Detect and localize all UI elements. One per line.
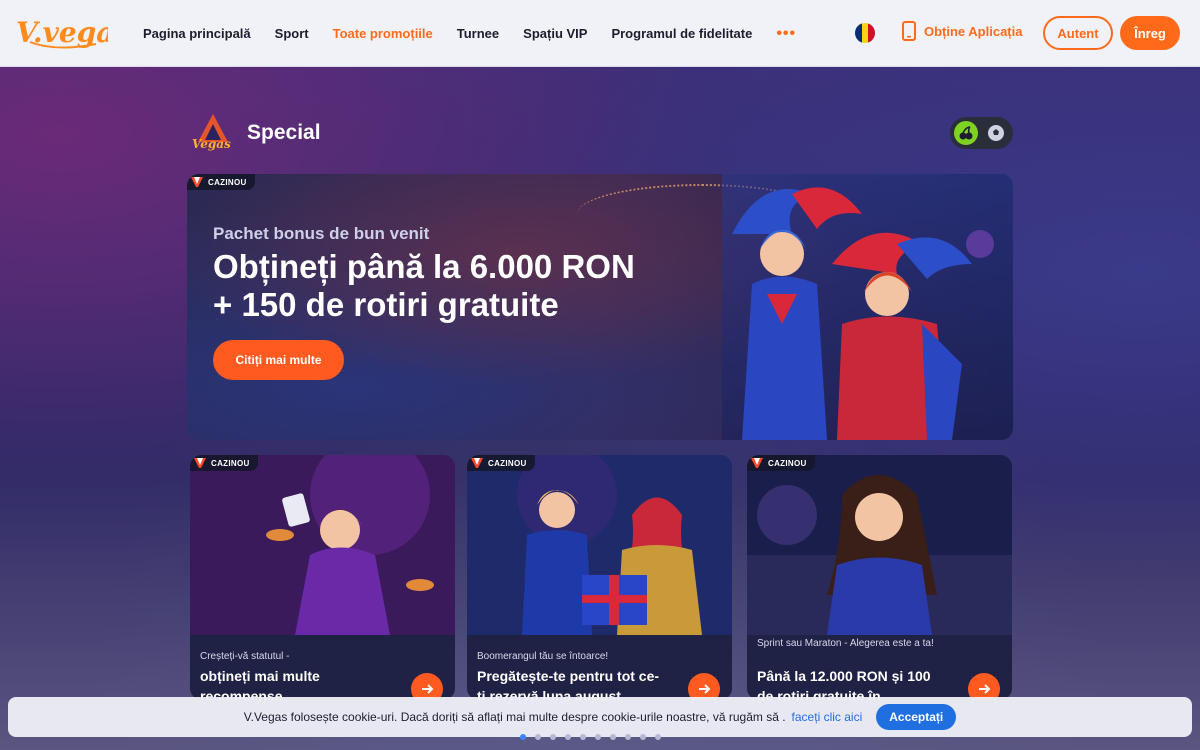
carousel-dot[interactable]: [610, 734, 616, 740]
carousel-pager: [520, 734, 661, 740]
promo-card[interactable]: CAZINOU Sprint sau Maraton - Alegerea es…: [747, 455, 1012, 700]
nav-all-promotions[interactable]: Toate promoțiile: [333, 26, 433, 41]
v-brand-icon: [191, 177, 203, 187]
top-header: V.vegas Pagina principală Sport Toate pr…: [0, 0, 1200, 67]
category-tag: CAZINOU: [187, 174, 255, 190]
card-image-gift-ladies: [467, 455, 732, 635]
v-brand-icon: [751, 458, 763, 468]
carousel-dot[interactable]: [625, 734, 631, 740]
card-title: Până la 12.000 RON și 100 de rotiri grat…: [757, 668, 931, 700]
welcome-bonus-banner[interactable]: CAZINOU Pachet bonus de bun venit Obține…: [187, 174, 1013, 440]
nav-home[interactable]: Pagina principală: [143, 26, 251, 41]
carousel-dot[interactable]: [535, 734, 541, 740]
arrow-right-icon[interactable]: [411, 673, 443, 700]
cookie-text: V.Vegas folosește cookie-uri. Dacă doriț…: [243, 710, 786, 724]
hero-title: Obțineți până la 6.000 RON + 150 de roti…: [213, 248, 635, 323]
svg-text:Vegas: Vegas: [192, 137, 231, 151]
nav-sport[interactable]: Sport: [275, 26, 309, 41]
get-app-label: Obține Aplicația: [924, 23, 1023, 39]
nav-loyalty[interactable]: Programul de fidelitate: [611, 26, 752, 41]
card-subtitle: Creșteți-vă statutul -: [200, 651, 290, 662]
nav-vip[interactable]: Spațiu VIP: [523, 26, 587, 41]
arrow-right-icon[interactable]: [968, 673, 1000, 700]
promo-card[interactable]: CAZINOU Creșteți-vă statutul - obțineți …: [190, 455, 455, 700]
nav-tournaments[interactable]: Turnee: [457, 26, 499, 41]
carousel-dot[interactable]: [655, 734, 661, 740]
accept-cookies-button[interactable]: Acceptați: [876, 704, 957, 730]
get-app-link[interactable]: Obține Aplicația: [902, 21, 1022, 41]
carousel-dot[interactable]: [520, 734, 526, 740]
main-nav: Pagina principală Sport Toate promoțiile…: [143, 0, 796, 67]
carousel-dot[interactable]: [565, 734, 571, 740]
login-button[interactable]: Autent: [1043, 16, 1113, 50]
card-image-brunette-lady: [747, 455, 1012, 635]
carousel-dot[interactable]: [550, 734, 556, 740]
card-title: obțineți mai multe recompense: [200, 668, 320, 700]
special-section-logo: Vegas: [192, 114, 231, 151]
category-tag: CAZINOU: [190, 455, 258, 471]
section-title: Special: [247, 121, 321, 144]
hero-subtitle: Pachet bonus de bun venit: [213, 224, 430, 243]
card-title: Pregătește-te pentru tot ce-ți rezervă l…: [477, 668, 660, 700]
phone-icon: [902, 21, 916, 41]
casino-icon[interactable]: [954, 121, 978, 145]
romania-flag-icon[interactable]: [855, 23, 875, 43]
vvegas-logo[interactable]: V.vegas: [16, 12, 108, 52]
carousel-dot[interactable]: [580, 734, 586, 740]
category-tag: CAZINOU: [467, 455, 535, 471]
card-subtitle: Sprint sau Maraton - Alegerea este a ta!: [757, 638, 934, 649]
carousel-dot[interactable]: [640, 734, 646, 740]
read-more-button[interactable]: Citiți mai multe: [213, 340, 344, 380]
card-image-chips-lady: [190, 455, 455, 635]
promo-card[interactable]: CAZINOU Boomerangul tău se întoarce! Pre…: [467, 455, 732, 700]
carousel-dot[interactable]: [595, 734, 601, 740]
arrow-right-icon[interactable]: [688, 673, 720, 700]
sport-ball-icon[interactable]: [984, 121, 1008, 145]
casino-sport-toggle[interactable]: [950, 117, 1013, 149]
v-brand-icon: [471, 458, 483, 468]
v-brand-icon: [194, 458, 206, 468]
jester-characters-illustration: [722, 174, 1013, 440]
cookie-more-link[interactable]: faceți clic aici: [792, 710, 863, 724]
card-subtitle: Boomerangul tău se întoarce!: [477, 651, 609, 662]
more-menu-icon[interactable]: •••: [776, 25, 796, 43]
category-tag: CAZINOU: [747, 455, 815, 471]
cookie-banner: V.Vegas folosește cookie-uri. Dacă doriț…: [8, 697, 1192, 737]
register-button[interactable]: Înreg: [1120, 16, 1180, 50]
